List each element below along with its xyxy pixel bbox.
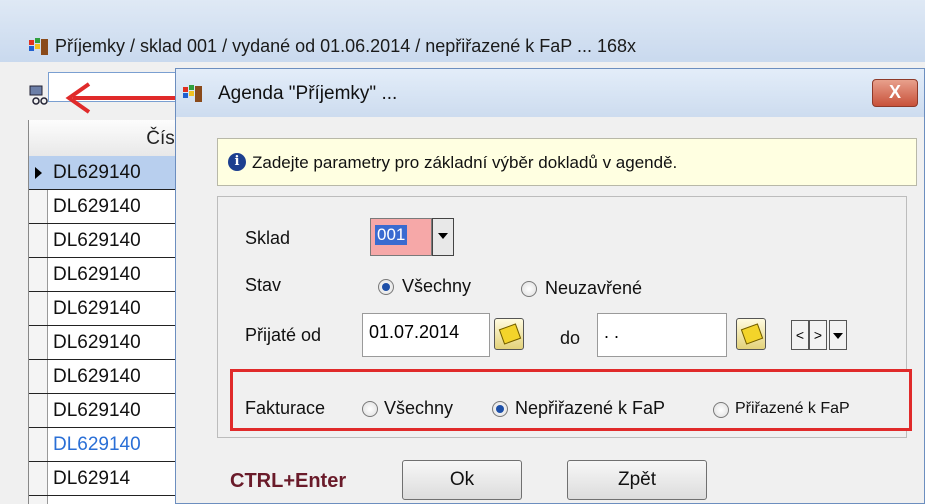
period-dropdown-button[interactable] bbox=[829, 320, 847, 350]
dialog-titlebar[interactable]: Agenda "Příjemky" ... X bbox=[176, 69, 924, 117]
stav-option-open[interactable]: Neuzavřené bbox=[545, 278, 642, 299]
sklad-label: Sklad bbox=[245, 228, 291, 248]
table-row[interactable]: DL629140 bbox=[29, 394, 179, 428]
table-row[interactable]: DL629140 bbox=[29, 360, 179, 394]
date-from-field[interactable]: 01.07.2014 bbox=[362, 313, 490, 357]
fakturace-radio-unassigned[interactable] bbox=[492, 401, 508, 417]
date-to-field[interactable]: . . bbox=[597, 313, 727, 357]
chevron-down-icon[interactable] bbox=[432, 218, 454, 256]
table-row[interactable]: DL629140 bbox=[29, 190, 179, 224]
app-icon bbox=[183, 85, 202, 102]
stav-radio-open[interactable] bbox=[521, 281, 537, 297]
table-row[interactable]: DL629140 bbox=[29, 428, 179, 462]
table-row[interactable]: DL62914 bbox=[29, 462, 179, 496]
table-row[interactable]: DL629140 bbox=[29, 258, 179, 292]
dialog-title: Agenda "Příjemky" ... bbox=[218, 83, 398, 104]
fakturace-radio-all[interactable] bbox=[362, 401, 378, 417]
fakturace-option-unassigned[interactable]: Nepřiřazené k FaP bbox=[515, 398, 665, 419]
calendar-icon[interactable] bbox=[494, 318, 524, 350]
fakturace-radio-assigned[interactable] bbox=[713, 402, 729, 418]
main-window-titlebar: Příjemky / sklad 001 / vydané od 01.06.2… bbox=[0, 0, 925, 62]
prev-period-button[interactable]: < bbox=[791, 320, 809, 350]
current-row-arrow-icon bbox=[35, 167, 42, 179]
info-icon: i bbox=[228, 153, 246, 171]
app-icon bbox=[29, 38, 48, 55]
table-row[interactable]: DL629140 bbox=[29, 224, 179, 258]
date-to-label: do bbox=[560, 328, 581, 348]
stav-option-all[interactable]: Všechny bbox=[402, 276, 471, 297]
calendar-icon[interactable] bbox=[736, 318, 766, 350]
fakturace-option-assigned[interactable]: Přiřazené k FaP bbox=[735, 400, 850, 418]
grid-rows: DL629140 DL629140 DL629140 DL629140 DL62… bbox=[29, 156, 179, 496]
window-title: Příjemky / sklad 001 / vydané od 01.06.2… bbox=[55, 36, 637, 56]
sklad-value-field[interactable]: 001 bbox=[370, 218, 432, 256]
document-grid: Čísl DL629140 DL629140 DL629140 DL629140… bbox=[28, 120, 179, 504]
red-arrow-annotation bbox=[65, 82, 177, 114]
date-from-label: Přijaté od bbox=[245, 325, 322, 345]
fakturace-label: Fakturace bbox=[245, 398, 326, 418]
shortcut-hint: CTRL+Enter bbox=[230, 470, 347, 492]
table-row[interactable]: DL629140 bbox=[29, 292, 179, 326]
chevron-down-icon bbox=[833, 333, 843, 340]
back-button[interactable]: Zpět bbox=[567, 460, 707, 500]
stav-radio-all[interactable] bbox=[378, 279, 394, 295]
filter-icon[interactable] bbox=[28, 84, 50, 106]
ok-button[interactable]: Ok bbox=[402, 460, 522, 500]
close-button[interactable]: X bbox=[872, 79, 918, 107]
fakturace-option-all[interactable]: Všechny bbox=[384, 398, 453, 419]
stav-label: Stav bbox=[245, 275, 282, 295]
table-row[interactable]: DL629140 bbox=[29, 156, 179, 190]
info-banner: i Zadejte parametry pro základní výběr d… bbox=[217, 138, 917, 186]
table-row[interactable]: DL629140 bbox=[29, 326, 179, 360]
next-period-button[interactable]: > bbox=[809, 320, 827, 350]
info-text: Zadejte parametry pro základní výběr dok… bbox=[252, 153, 678, 172]
grid-header: Čísl bbox=[29, 120, 179, 157]
sklad-select[interactable]: 001 bbox=[370, 218, 454, 256]
